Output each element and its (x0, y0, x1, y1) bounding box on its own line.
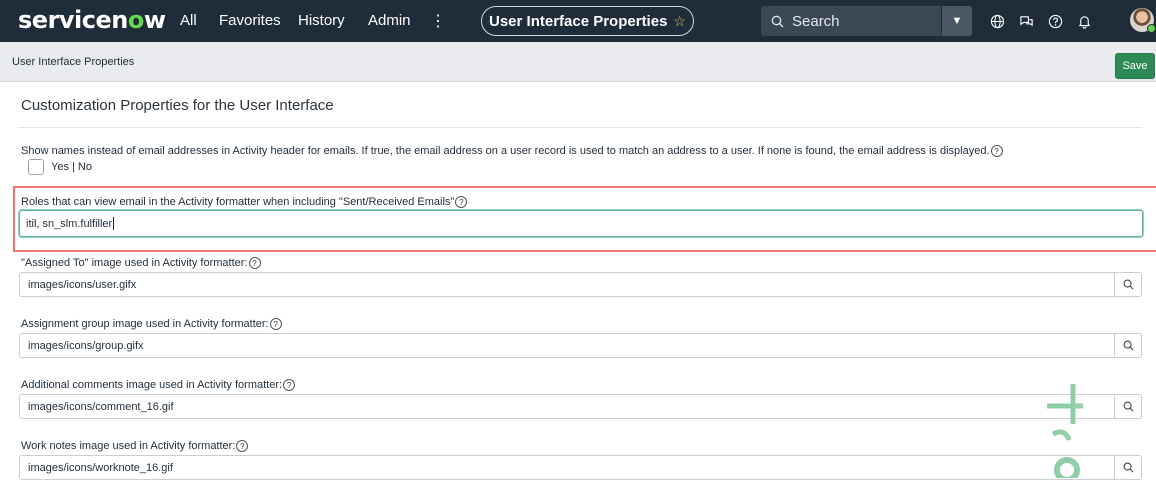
chat-icon[interactable] (1016, 11, 1036, 31)
assigned-to-image-input[interactable]: images/icons/user.gifx (19, 272, 1115, 297)
section-divider (18, 127, 1142, 128)
favorite-star-icon[interactable]: ☆ (673, 13, 686, 30)
magnifier-icon (1123, 340, 1133, 351)
save-button[interactable]: Save (1115, 53, 1155, 79)
property-label-work-notes-image: Work notes image used in Activity format… (21, 440, 249, 453)
magnifier-icon (1123, 462, 1133, 473)
search-placeholder: Search (792, 12, 840, 30)
top-navigation-bar: servicenow All Favorites History Admin ⋮… (0, 0, 1156, 42)
help-icon[interactable] (1045, 11, 1065, 31)
more-menu-icon[interactable]: ⋮ (430, 11, 446, 31)
lookup-button[interactable] (1115, 394, 1142, 419)
checkbox-yes-no-label: Yes | No (51, 161, 92, 173)
page-pill-title: User Interface Properties (489, 12, 668, 30)
current-page-pill[interactable]: User Interface Properties ☆ (481, 6, 694, 36)
lookup-button[interactable] (1115, 333, 1142, 358)
servicenow-logo[interactable]: servicenow (18, 6, 166, 34)
nav-admin[interactable]: Admin (368, 12, 411, 29)
lookup-button[interactable] (1115, 272, 1142, 297)
property-label-assignment-group-image: Assignment group image used in Activity … (21, 318, 282, 331)
help-icon[interactable]: ? (283, 379, 296, 392)
text-caret (113, 217, 115, 230)
globe-icon[interactable] (987, 11, 1007, 31)
magnifier-icon (1123, 401, 1133, 412)
search-scope-dropdown[interactable]: ▼ (942, 6, 972, 36)
assignment-group-image-input[interactable]: images/icons/group.gifx (19, 333, 1115, 358)
show-names-checkbox[interactable] (28, 159, 44, 175)
user-avatar[interactable] (1130, 8, 1156, 33)
presence-indicator (1147, 24, 1156, 33)
help-icon[interactable]: ? (455, 196, 468, 209)
bell-icon[interactable] (1074, 11, 1094, 31)
roles-text-input[interactable]: itil, sn_slm.fulfiller (19, 210, 1143, 237)
global-search-input[interactable]: Search (761, 6, 941, 36)
help-icon[interactable]: ? (990, 145, 1003, 158)
help-icon[interactable]: ? (269, 318, 282, 331)
property-label-show-names: Show names instead of email addresses in… (21, 145, 1003, 158)
property-label-comments-image: Additional comments image used in Activi… (21, 379, 296, 392)
comments-image-input[interactable]: images/icons/comment_16.gif (19, 394, 1115, 419)
search-icon (771, 15, 784, 27)
property-label-roles: Roles that can view email in the Activit… (21, 196, 468, 209)
work-notes-image-input[interactable]: images/icons/worknote_16.gif (19, 455, 1115, 480)
form-header: User Interface Properties (0, 42, 1156, 82)
magnifier-icon (1123, 279, 1133, 290)
watermark-graphic (1047, 384, 1083, 478)
help-icon[interactable]: ? (236, 440, 249, 453)
section-title: Customization Properties for the User In… (21, 97, 334, 114)
help-icon[interactable]: ? (248, 257, 261, 270)
nav-favorites[interactable]: Favorites (219, 12, 281, 29)
roles-input-value: itil, sn_slm.fulfiller (26, 217, 113, 230)
lookup-button[interactable] (1115, 455, 1142, 480)
nav-history[interactable]: History (298, 12, 345, 29)
property-label-assigned-to-image: "Assigned To" image used in Activity for… (21, 257, 261, 270)
form-header-title: User Interface Properties (12, 56, 135, 68)
nav-all[interactable]: All (180, 12, 197, 29)
